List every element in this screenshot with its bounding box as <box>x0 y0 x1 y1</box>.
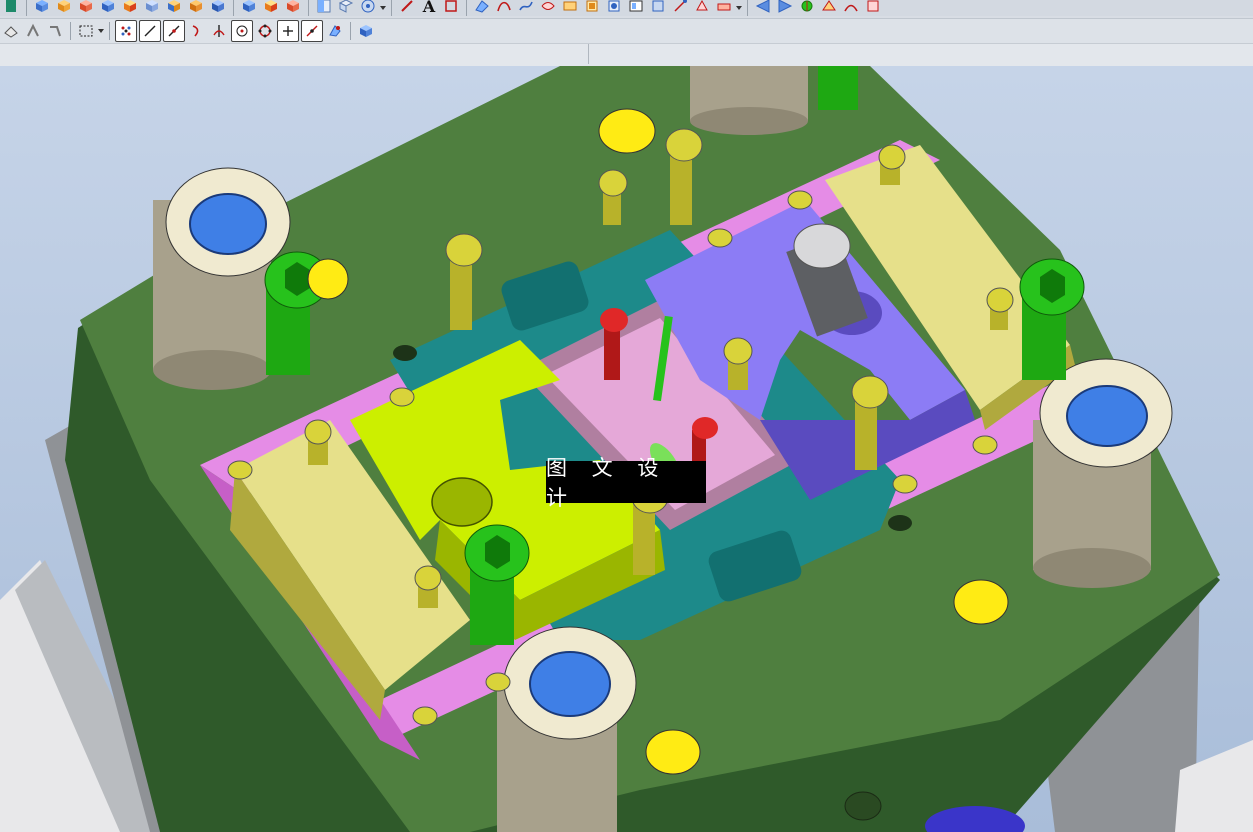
toolbar-row-snap <box>0 18 1253 43</box>
cube-icon[interactable] <box>186 0 206 13</box>
cube-icon[interactable] <box>32 0 52 13</box>
curve-icon[interactable] <box>516 0 536 13</box>
toolbar-separator <box>70 22 71 40</box>
toolbar-row-main: A <box>0 0 1253 16</box>
line-snap-icon[interactable] <box>139 20 161 42</box>
cube-icon[interactable] <box>76 0 96 13</box>
sketch-icon[interactable] <box>397 0 417 13</box>
cube-icon[interactable] <box>120 0 140 13</box>
toolbar-separator <box>466 0 467 16</box>
rectangle-icon[interactable] <box>441 0 461 13</box>
surface-icon[interactable] <box>670 0 690 13</box>
snap-icon[interactable] <box>45 21 65 41</box>
toolbar-divider <box>588 44 589 64</box>
toolbar-area: A <box>0 0 1253 67</box>
view-icon[interactable] <box>863 0 883 13</box>
circle-center-icon[interactable] <box>231 20 253 42</box>
toolbar-row-empty <box>0 43 1253 66</box>
point-snap-icon[interactable] <box>115 20 137 42</box>
gray-pin-head <box>793 223 851 269</box>
cube-icon[interactable] <box>283 0 303 13</box>
dropdown-icon[interactable] <box>379 1 387 15</box>
snap-icon[interactable] <box>23 21 43 41</box>
socket-bolt-back <box>818 66 858 110</box>
cube-icon[interactable] <box>164 0 184 13</box>
dowel-disk <box>307 258 349 300</box>
cube-icon[interactable] <box>142 0 162 13</box>
toolbar-separator <box>350 22 351 40</box>
dowel-disk <box>598 108 656 154</box>
view-icon[interactable] <box>753 0 773 13</box>
text-icon[interactable]: A <box>419 0 439 16</box>
view-icon[interactable] <box>336 0 356 13</box>
plate-hole <box>844 791 882 821</box>
plus-snap-icon[interactable] <box>277 20 299 42</box>
insert-yellow-hole <box>431 477 493 527</box>
dropdown-icon[interactable] <box>735 1 743 15</box>
intersection-icon[interactable] <box>209 21 229 41</box>
toolbar-separator <box>233 0 234 16</box>
surface-icon[interactable] <box>692 0 712 13</box>
dowel-disk <box>953 579 1009 625</box>
solid-filter-icon[interactable] <box>356 21 376 41</box>
cube-icon[interactable] <box>208 0 228 13</box>
toolbar-separator <box>26 0 27 16</box>
curve-icon[interactable] <box>494 0 514 13</box>
plate-hole <box>888 515 912 531</box>
quadrant-icon[interactable] <box>255 21 275 41</box>
tangent-icon[interactable] <box>301 20 323 42</box>
view-icon[interactable] <box>841 0 861 13</box>
plate-hole <box>393 345 417 361</box>
toolbar-separator <box>747 0 748 16</box>
watermark-label: 图 文 设 计 <box>546 456 706 510</box>
toolbar-separator <box>109 22 110 40</box>
mold-assembly-model[interactable] <box>0 66 1253 832</box>
surface-icon[interactable] <box>472 0 492 13</box>
view-icon[interactable] <box>819 0 839 13</box>
toolbar-separator <box>391 0 392 16</box>
face-snap-icon[interactable] <box>325 21 345 41</box>
surface-icon[interactable] <box>604 0 624 13</box>
view-icon[interactable] <box>797 0 817 13</box>
toolbar-separator <box>308 0 309 16</box>
dropdown-icon[interactable] <box>97 24 105 38</box>
view-icon[interactable] <box>314 0 334 13</box>
eraser-icon[interactable] <box>1 21 21 41</box>
guide-bushing-bottom-center <box>497 626 637 832</box>
curve-snap-icon[interactable] <box>187 21 207 41</box>
view-icon[interactable] <box>358 0 378 13</box>
surface-icon[interactable] <box>626 0 646 13</box>
surface-icon[interactable] <box>714 0 734 13</box>
curve-icon[interactable] <box>538 0 558 13</box>
surface-icon[interactable] <box>560 0 580 13</box>
surface-icon[interactable] <box>648 0 668 13</box>
view-icon[interactable] <box>775 0 795 13</box>
guide-bushing-top-right <box>690 66 808 135</box>
cube-icon[interactable] <box>261 0 281 13</box>
cube-icon[interactable] <box>98 0 118 13</box>
surface-icon[interactable] <box>582 0 602 13</box>
midpoint-icon[interactable] <box>163 20 185 42</box>
new-icon[interactable] <box>1 0 21 13</box>
cube-icon[interactable] <box>239 0 259 13</box>
select-box-icon[interactable] <box>76 21 96 41</box>
graphics-viewport[interactable]: 图 文 设 计 <box>0 66 1253 832</box>
dowel-disk <box>645 729 701 775</box>
cube-icon[interactable] <box>54 0 74 13</box>
